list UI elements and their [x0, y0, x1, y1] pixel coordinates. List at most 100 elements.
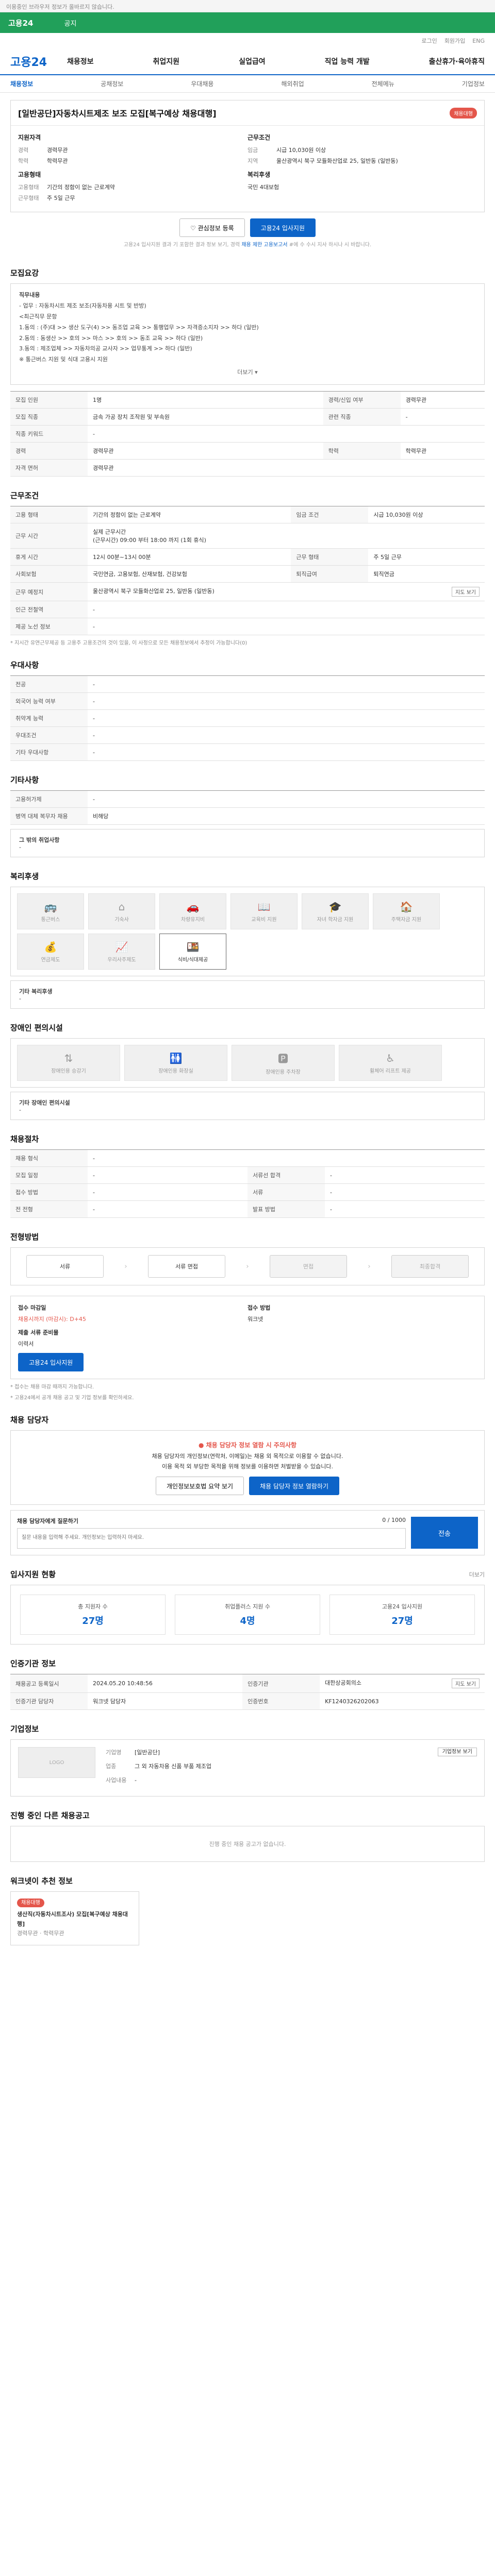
lnb-item[interactable]: 기업정보 — [462, 79, 485, 88]
description-more-button[interactable]: 더보기 ▾ — [19, 367, 476, 378]
gnb-item[interactable]: 실업급여 — [239, 56, 266, 66]
stat-item: 총 지원자 수 27명 — [20, 1595, 166, 1635]
restroom-icon: 🚻 — [169, 1052, 183, 1064]
disability-item: 🚻 장애인용 화장실 — [124, 1045, 227, 1081]
table-row: 근무 시간 실제 근무시간 (근무시간) 09:00 부터 18:00 까지 (1… — [10, 523, 485, 549]
lnb-item[interactable]: 해외취업 — [281, 79, 304, 88]
gnb-item[interactable]: 직업 능력 개발 — [325, 56, 370, 66]
section-title: 진행 중인 다른 채용공고 — [10, 1811, 90, 1821]
welfare-item: 🚌 통근버스 — [17, 893, 84, 930]
disability-grid: ⇅ 장애인용 승강기 🚻 장애인용 화장실 🅿 장애인용 주차장 ♿ 휠체어 리프트 제… — [10, 1038, 485, 1088]
kv-value: 시급 10,030원 이상 — [276, 147, 326, 154]
section-title: 기업정보 — [10, 1724, 39, 1734]
table-row: 인증기관 담당자 워크넷 담당자 인증번호 KF1240326202063 — [10, 1692, 485, 1710]
job-title: [일반공단]자동차시트제조 보조 모집[복구예상 채용대행] — [18, 109, 217, 118]
view-manager-button[interactable]: 채용 담당자 정보 열람하기 — [249, 1477, 339, 1496]
lnb-item[interactable]: 전체메뉴 — [372, 79, 394, 88]
lang-link[interactable]: ENG — [472, 38, 485, 44]
house-icon: ⌂ — [118, 900, 125, 913]
apply-note-link[interactable]: 채용 제한 고용보고서 — [241, 242, 287, 248]
gnb-item[interactable]: 출산휴가·육아휴직 — [429, 56, 485, 66]
char-count: 0 / 1000 — [382, 1517, 406, 1524]
privacy-summary-button[interactable]: 개인정보보호법 요약 보기 — [156, 1477, 244, 1496]
empty-state: 진행 중인 채용 공고가 없습니다. — [10, 1826, 485, 1862]
site-logo[interactable]: 고용24 — [10, 53, 67, 70]
send-button[interactable]: 전송 — [411, 1517, 478, 1549]
gnb-item[interactable]: 채용정보 — [67, 56, 94, 66]
welfare-item: 📖 교육비 지원 — [230, 893, 298, 930]
corp-logo: LOGO — [18, 1747, 95, 1778]
signup-link[interactable]: 회원가입 — [444, 37, 465, 45]
summary-heading: 고용형태 — [18, 171, 41, 178]
table-row: 우대조건 - — [10, 726, 485, 744]
kv-value: 학력무관 — [47, 158, 68, 164]
login-link[interactable]: 로그인 — [421, 37, 437, 45]
section-title: 채용 담당자 — [10, 1415, 49, 1425]
lnb-item[interactable]: 채용정보 — [10, 79, 33, 88]
stat-item: 고용24 입사지원 27명 — [329, 1595, 475, 1635]
alert-icon: ● — [198, 1442, 204, 1449]
process-table: 채용 형식 - 모집 일정 - 서류선 합격 - 접수 방법 - 서류 - 전 전형 - 발표 방… — [10, 1149, 485, 1218]
global-nav: 고용24 채용정보 취업지원 실업급여 직업 능력 개발 출산휴가·육아휴직 — [0, 48, 495, 75]
graduation-icon: 🎓 — [328, 900, 342, 913]
heart-icon: ♡ — [190, 224, 198, 232]
table-row: 채용공고 등록일시 2024.05.20 10:48:56 인증기관 대한상공회의소 지… — [10, 1674, 485, 1693]
etc-table: 고용허가제 - 병역 대체 복무자 채용 비해당 — [10, 790, 485, 825]
table-row: 제공 노선 정보 - — [10, 618, 485, 636]
kv-key: 임금 — [248, 147, 258, 154]
apply-note: 고용24 입사지원 결과 기 포함한 결과 정보 보기, 경력 채용 제한 고용… — [123, 242, 372, 248]
step-item: 최종합격 — [391, 1255, 469, 1278]
etc-box: 그 밖의 취업사항 - — [10, 829, 485, 858]
section-title: 장애인 편의시설 — [10, 1023, 63, 1033]
more-link[interactable]: 더보기 — [469, 1570, 485, 1579]
corp-more-button[interactable]: 기업정보 보기 — [437, 1748, 477, 1757]
kv-value: 울산광역시 북구 모듈화산업로 25, 일반동 (일반동) — [276, 158, 398, 164]
stat-item: 취업플러스 지원 수 4명 — [175, 1595, 320, 1635]
lnb-item[interactable]: 공채정보 — [101, 79, 123, 88]
inquiry-input[interactable] — [17, 1528, 406, 1549]
notice-bar-sub[interactable]: 공지 — [64, 18, 76, 28]
gnb-item[interactable]: 취업지원 — [153, 56, 180, 66]
section-title: 기타사항 — [10, 775, 39, 785]
disability-item: ⇅ 장애인용 승강기 — [17, 1045, 120, 1081]
step-item: 면접 — [269, 1255, 347, 1278]
utility-menu: 로그인 회원가입 ENG — [0, 33, 495, 48]
apply-button[interactable]: 고용24 입사지원 — [18, 1353, 84, 1372]
car-icon: 🚗 — [186, 900, 200, 913]
process-steps: 서류 › 서류 면접 › 면접 › 최종합격 — [10, 1247, 485, 1286]
table-row: 경력 경력무관 학력 학력무관 — [10, 442, 485, 460]
kv-key: 지역 — [248, 158, 258, 164]
map-button[interactable]: 지도 보기 — [452, 587, 480, 597]
section-title: 입사지원 현황 더보기 — [10, 1570, 485, 1580]
welfare-item: 🎓 자녀 학자금 지원 — [302, 893, 369, 930]
table-row: 근무 예정지 울산광역시 북구 모듈화산업로 25, 일반동 (일반동) 지도 보기 — [10, 582, 485, 602]
local-nav: 채용정보 공채정보 우대채용 해외취업 전체메뉴 기업정보 — [0, 75, 495, 93]
welfare-item: 📈 우리사주제도 — [88, 934, 155, 970]
recruit-table: 모집 인원 1명 경력/신입 여부 경력무관 모집 직종 금속 가공 장치 조작원 및 … — [10, 391, 485, 477]
wheelchair-icon: ♿ — [386, 1052, 395, 1064]
book-icon: 📖 — [257, 900, 271, 913]
table-row: 전 전형 - 발표 방법 - — [10, 1200, 485, 1218]
table-row: 기타 우대사항 - — [10, 743, 485, 761]
job-actions: ♡ 관심정보 등록 고용24 입사지원 — [10, 212, 485, 240]
notice-bar-title: 고용24 — [8, 18, 34, 28]
table-row: 모집 직종 금속 가공 장치 조작원 및 부속원 관련 직종 - — [10, 408, 485, 426]
summary-heading: 복리후생 — [248, 171, 271, 178]
pref-table: 전공 - 외국어 능력 여부 - 취약계 능력 - 우대조건 - 기타 우대사항 - — [10, 675, 485, 761]
job-summary-box: [일반공단]자동차시트제조 보조 모집[복구예상 채용대행] 채용대행 지원자격… — [10, 100, 485, 212]
welfare-box: 기타 복리후생 - — [10, 980, 485, 1009]
recommend-card[interactable]: 채용대행 생산직(자동차시트조사) 모집[복구예상 채용대행] 경력무관 · 학… — [10, 1891, 139, 1946]
apply-button[interactable]: 고용24 입사지원 — [250, 218, 316, 237]
table-row: 사회보험 국민연금, 고용보험, 산재보험, 건강보험 퇴직급여 퇴직연금 — [10, 565, 485, 583]
table-row: 인근 전철역 - — [10, 601, 485, 619]
section-title: 모집요강 — [10, 268, 39, 278]
scrap-button[interactable]: ♡ 관심정보 등록 — [179, 218, 245, 237]
map-button[interactable]: 지도 보기 — [452, 1679, 480, 1689]
lnb-item[interactable]: 우대채용 — [191, 79, 213, 88]
kv-key: 고용형태 — [18, 184, 39, 191]
bus-icon: 🚌 — [44, 900, 57, 913]
cert-table: 채용공고 등록일시 2024.05.20 10:48:56 인증기관 대한상공회의소 지… — [10, 1674, 485, 1710]
agency-badge: 채용대행 — [450, 107, 477, 118]
work-table: 고용 형태 기간의 정함이 없는 근로계약 임금 조건 시급 10,030원 이상 근… — [10, 506, 485, 636]
elevator-icon: ⇅ — [64, 1052, 73, 1064]
